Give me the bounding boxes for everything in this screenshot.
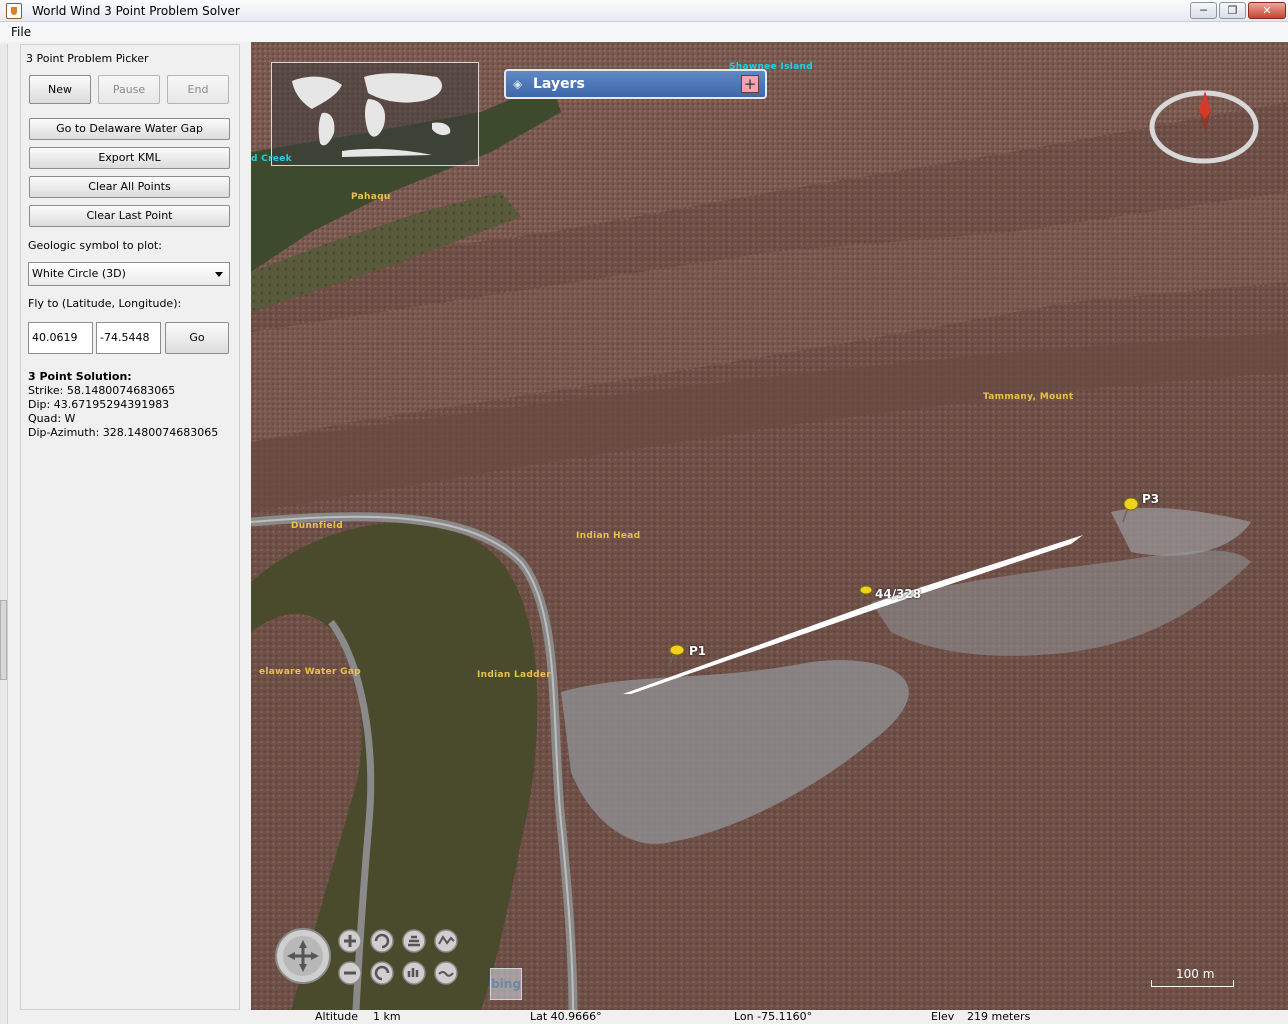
pin-solution-label: 44/328: [875, 587, 922, 601]
layers-expand-button[interactable]: +: [741, 75, 759, 93]
zoom-out-icon: [338, 961, 362, 985]
quad-value: Quad: W: [28, 412, 76, 425]
status-bar: Altitude 1 km Lat 40.9666° Lon -75.1160°…: [251, 1010, 1288, 1024]
compass-icon[interactable]: [1149, 89, 1259, 165]
vertical-exaggeration-down-icon: [434, 961, 458, 985]
terrain-imagery: [251, 42, 1288, 1010]
altitude-label: Altitude: [315, 1010, 358, 1023]
latitude-field[interactable]: 40.0619: [28, 322, 93, 354]
go-to-delaware-water-gap-button[interactable]: Go to Delaware Water Gap: [29, 118, 230, 140]
fly-to-label: Fly to (Latitude, Longitude):: [28, 297, 182, 310]
vertical-exaggeration-up-icon: [434, 929, 458, 953]
elevation-value: 219 meters: [967, 1010, 1031, 1023]
longitude-field[interactable]: -74.5448: [96, 322, 161, 354]
picker-section-title: 3 Point Problem Picker: [26, 52, 149, 65]
place-creek: d Creek: [251, 154, 292, 164]
bing-logo: bing: [490, 968, 522, 1000]
close-button[interactable]: ✕: [1248, 2, 1286, 19]
place-delaware-water-gap: elaware Water Gap: [259, 667, 361, 677]
pause-button[interactable]: Pause: [98, 75, 160, 104]
window-title: World Wind 3 Point Problem Solver: [32, 4, 240, 18]
minimize-button[interactable]: ─: [1190, 2, 1217, 19]
pin-p3-label: P3: [1142, 492, 1160, 506]
panel-splitter[interactable]: [0, 44, 8, 1024]
strike-value: Strike: 58.1480074683065: [28, 384, 176, 397]
layers-icon: ◈: [513, 77, 523, 91]
export-kml-button[interactable]: Export KML: [29, 147, 230, 169]
longitude-readout: Lon -75.1160°: [734, 1010, 813, 1023]
solution-block: 3 Point Solution: Strike: 58.14800746830…: [28, 370, 218, 440]
solution-heading: 3 Point Solution:: [28, 370, 132, 383]
world-overview-map[interactable]: [271, 62, 479, 166]
layers-panel[interactable]: ◈ Layers +: [504, 69, 767, 99]
place-tammany-mount: Tammany, Mount: [983, 392, 1074, 402]
chevron-down-icon: [215, 272, 223, 277]
symbol-select-value: White Circle (3D): [32, 267, 126, 280]
clear-all-points-button[interactable]: Clear All Points: [29, 176, 230, 198]
new-button[interactable]: New: [29, 75, 91, 104]
globe-view[interactable]: ◈ Layers + Shawnee Island d Creek Pahaqu…: [251, 42, 1288, 1010]
elevation-label: Elev: [931, 1010, 955, 1023]
pin-p1-label: P1: [689, 644, 707, 658]
world-map-icon: [292, 73, 451, 157]
tilt-down-icon: [402, 961, 426, 985]
title-bar: World Wind 3 Point Problem Solver ─ ❐ ✕: [0, 0, 1288, 22]
dip-value: Dip: 43.67195294391983: [28, 398, 170, 411]
place-pahaqu: Pahaqu: [351, 192, 391, 202]
end-button[interactable]: End: [167, 75, 229, 104]
rotate-right-icon: [370, 961, 394, 985]
maximize-button[interactable]: ❐: [1219, 2, 1246, 19]
java-app-icon: [6, 3, 22, 19]
latitude-readout: Lat 40.9666°: [530, 1010, 602, 1023]
rotate-left-icon: [370, 929, 394, 953]
place-indian-head: Indian Head: [576, 531, 641, 541]
clear-last-point-button[interactable]: Clear Last Point: [29, 205, 230, 227]
symbol-label: Geologic symbol to plot:: [28, 239, 162, 252]
place-dunnfield: Dunnfield: [291, 521, 344, 531]
menu-bar: File: [0, 22, 1288, 42]
altitude-value: 1 km: [373, 1010, 401, 1023]
place-indian-ladder: Indian Ladder: [477, 670, 552, 680]
splitter-handle[interactable]: [0, 600, 7, 680]
navigation-controls: [275, 928, 458, 985]
tilt-up-icon: [402, 929, 426, 953]
pan-control-icon: [275, 928, 331, 984]
zoom-in-icon: [338, 929, 362, 953]
scale-label: 100 m: [1176, 967, 1215, 981]
place-shawnee-island: Shawnee Island: [729, 62, 813, 72]
go-button[interactable]: Go: [165, 322, 229, 354]
scale-bar: [1151, 980, 1234, 987]
menu-file[interactable]: File: [11, 25, 31, 39]
dip-azimuth-value: Dip-Azimuth: 328.1480074683065: [28, 426, 219, 439]
symbol-select[interactable]: White Circle (3D): [28, 262, 230, 286]
layers-label: Layers: [533, 76, 585, 92]
